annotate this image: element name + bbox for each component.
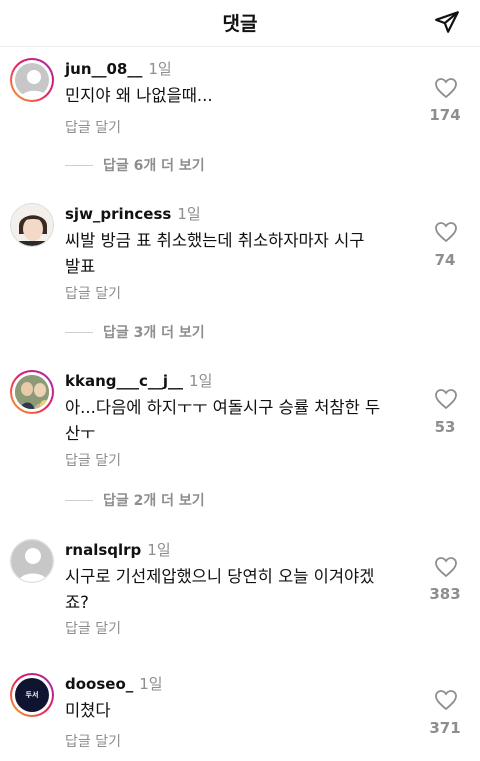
comment-meta: jun__08__ 1일 — [65, 58, 172, 80]
divider — [65, 164, 93, 166]
timestamp: 1일 — [139, 675, 163, 693]
comment-text-line: 죠? — [65, 593, 89, 612]
default-avatar-icon — [17, 548, 49, 582]
avatar[interactable] — [10, 58, 54, 102]
username[interactable]: rnalsqlrp — [65, 541, 141, 559]
like-count: 53 — [434, 418, 456, 436]
comment-text: 민지야 왜 나없을때... — [65, 83, 405, 109]
reply-button[interactable]: 답글 달기 — [65, 731, 121, 751]
comment: rnalsqlrp 1일 시구로 기선제압했으니 당연히 오늘 이겨야겠 죠? … — [0, 539, 480, 649]
comment-text-line: 씨발 방금 표 취소했는데 취소하자마자 시구 — [65, 231, 365, 250]
comment-text-line: 발표 — [65, 257, 96, 276]
reply-button[interactable]: 답글 달기 — [65, 117, 121, 137]
like-count: 74 — [434, 251, 456, 269]
heart-icon[interactable] — [434, 689, 458, 711]
view-more-replies[interactable]: 답글 3개 더 보기 — [65, 322, 205, 342]
divider — [65, 499, 93, 501]
timestamp: 1일 — [147, 541, 171, 559]
comment-text: 아...다음에 하지ㅜㅜ 여돌시구 승률 처참한 두 산ㅜ — [65, 395, 405, 447]
comment-meta: dooseo_ 1일 — [65, 673, 163, 695]
comment: 두서 dooseo_ 1일 미쳤다 답글 달기 371 — [0, 673, 480, 758]
comment: sjw_princess 1일 씨발 방금 표 취소했는데 취소하자마자 시구 … — [0, 203, 480, 348]
like-count: 371 — [429, 719, 461, 737]
username[interactable]: jun__08__ — [65, 60, 142, 78]
username[interactable]: kkang___c__j__ — [65, 372, 183, 390]
view-more-replies-label: 답글 6개 더 보기 — [103, 158, 205, 174]
heart-icon[interactable] — [434, 221, 458, 243]
reply-button[interactable]: 답글 달기 — [65, 618, 121, 638]
heart-icon[interactable] — [434, 556, 458, 578]
avatar[interactable] — [10, 203, 54, 247]
like-count: 174 — [429, 106, 461, 124]
comment-text: 씨발 방금 표 취소했는데 취소하자마자 시구 발표 — [65, 228, 405, 280]
comment: kkang___c__j__ 1일 아...다음에 하지ㅜㅜ 여돌시구 승률 처… — [0, 370, 480, 515]
comment-meta: kkang___c__j__ 1일 — [65, 370, 212, 392]
comment-text-line: 시구로 기선제압했으니 당연히 오늘 이겨야겠 — [65, 567, 375, 586]
default-avatar-icon — [20, 70, 48, 97]
comment-text: 시구로 기선제압했으니 당연히 오늘 이겨야겠 죠? — [65, 564, 405, 616]
comment-meta: rnalsqlrp 1일 — [65, 539, 171, 561]
reply-button[interactable]: 답글 달기 — [65, 450, 121, 470]
header: 댓글 — [0, 0, 480, 47]
paper-plane-icon — [435, 11, 459, 33]
profile-photo-icon — [11, 204, 53, 246]
heart-icon[interactable] — [434, 77, 458, 99]
avatar[interactable] — [10, 539, 54, 583]
comment-text-line: 미쳤다 — [65, 701, 111, 720]
username[interactable]: sjw_princess — [65, 205, 171, 223]
timestamp: 1일 — [148, 60, 172, 78]
like-count: 383 — [429, 585, 461, 603]
page-title: 댓글 — [222, 13, 258, 35]
view-more-replies-label: 답글 2개 더 보기 — [103, 493, 205, 509]
avatar[interactable]: 두서 — [10, 673, 54, 717]
view-more-replies[interactable]: 답글 6개 더 보기 — [65, 155, 205, 175]
view-more-replies-label: 답글 3개 더 보기 — [103, 325, 205, 341]
username[interactable]: dooseo_ — [65, 675, 133, 693]
avatar-logo-text: 두서 — [25, 691, 39, 699]
share-button[interactable] — [432, 8, 462, 36]
comment: jun__08__ 1일 민지야 왜 나없을때... 답글 달기 174 답글 … — [0, 58, 480, 188]
comment-text: 미쳤다 — [65, 698, 405, 724]
comment-text-line: 아...다음에 하지ㅜㅜ 여돌시구 승률 처참한 두 — [65, 398, 381, 417]
timestamp: 1일 — [177, 205, 201, 223]
reply-button[interactable]: 답글 달기 — [65, 283, 121, 303]
comment-text-line: 산ㅜ — [65, 424, 96, 443]
profile-photo-icon — [15, 375, 49, 409]
comment-meta: sjw_princess 1일 — [65, 203, 201, 225]
comment-text-line: 민지야 왜 나없을때... — [65, 86, 213, 105]
avatar[interactable] — [10, 370, 54, 414]
view-more-replies[interactable]: 답글 2개 더 보기 — [65, 490, 205, 510]
heart-icon[interactable] — [434, 388, 458, 410]
divider — [65, 331, 93, 333]
timestamp: 1일 — [189, 372, 213, 390]
